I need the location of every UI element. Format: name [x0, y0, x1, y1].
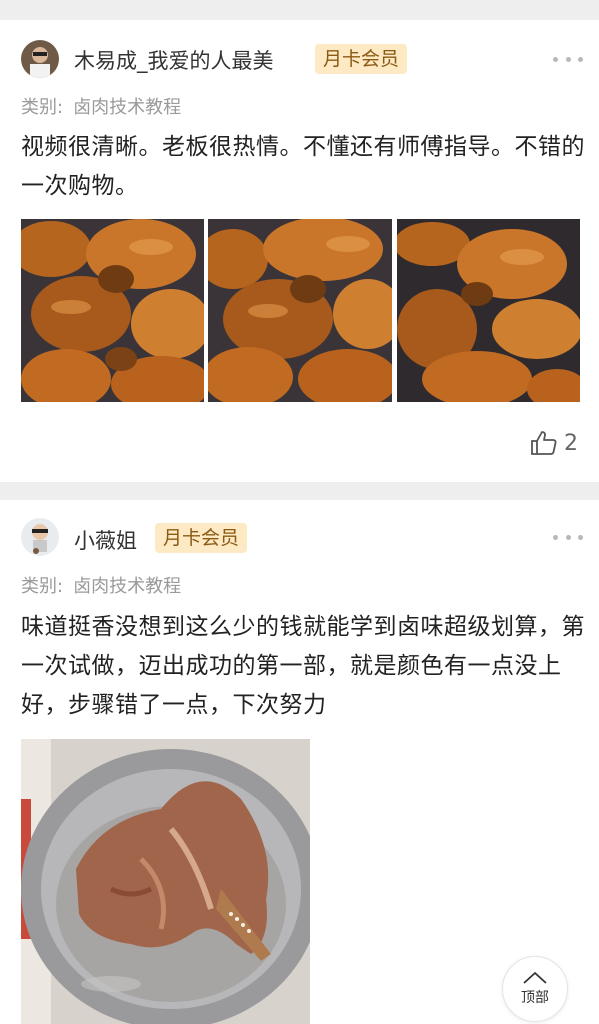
review-photo[interactable] — [397, 219, 580, 402]
review-card: 小薇姐 月卡会员 类别: 卤肉技术教程 味道挺香没想到这么少的钱就能学到卤味超级划… — [0, 500, 599, 1024]
review-card: 木易成_我爱的人最美 月卡会员 类别: 卤肉技术教程 视频很清晰。老板很热情。不懂… — [0, 20, 599, 482]
category-label: 类别: — [21, 576, 64, 597]
category-value: 卤肉技术教程 — [73, 576, 182, 597]
back-to-top-button[interactable]: 顶部 — [502, 956, 568, 1022]
member-badge: 月卡会员 — [155, 523, 248, 553]
avatar[interactable] — [21, 40, 59, 78]
review-text: 视频很清晰。老板很热情。不懂还有师傅指导。不错的一次购物。 — [21, 134, 585, 199]
more-options-icon[interactable] — [553, 55, 583, 63]
back-to-top-label: 顶部 — [521, 990, 549, 1006]
username[interactable]: 木易成_我爱的人最美 — [74, 45, 274, 75]
category: 类别: 卤肉技术教程 — [21, 572, 181, 598]
username[interactable]: 小薇姐 — [74, 525, 137, 555]
more-options-icon[interactable] — [553, 533, 583, 541]
category-value: 卤肉技术教程 — [73, 97, 182, 118]
category-label: 类别: — [21, 97, 64, 118]
like-button[interactable]: 2 — [530, 430, 578, 456]
chevron-up-icon — [523, 972, 547, 984]
category: 类别: 卤肉技术教程 — [21, 93, 181, 119]
thumbs-up-icon — [531, 431, 557, 455]
review-photo[interactable] — [21, 739, 310, 1024]
like-count: 2 — [564, 430, 578, 456]
review-text: 味道挺香没想到这么少的钱就能学到卤味超级划算，第一次试做，迈出成功的第一部，就是… — [21, 614, 585, 718]
review-photo[interactable] — [21, 219, 204, 402]
review-photo[interactable] — [208, 219, 392, 402]
member-badge: 月卡会员 — [315, 44, 408, 74]
avatar[interactable] — [21, 518, 59, 556]
